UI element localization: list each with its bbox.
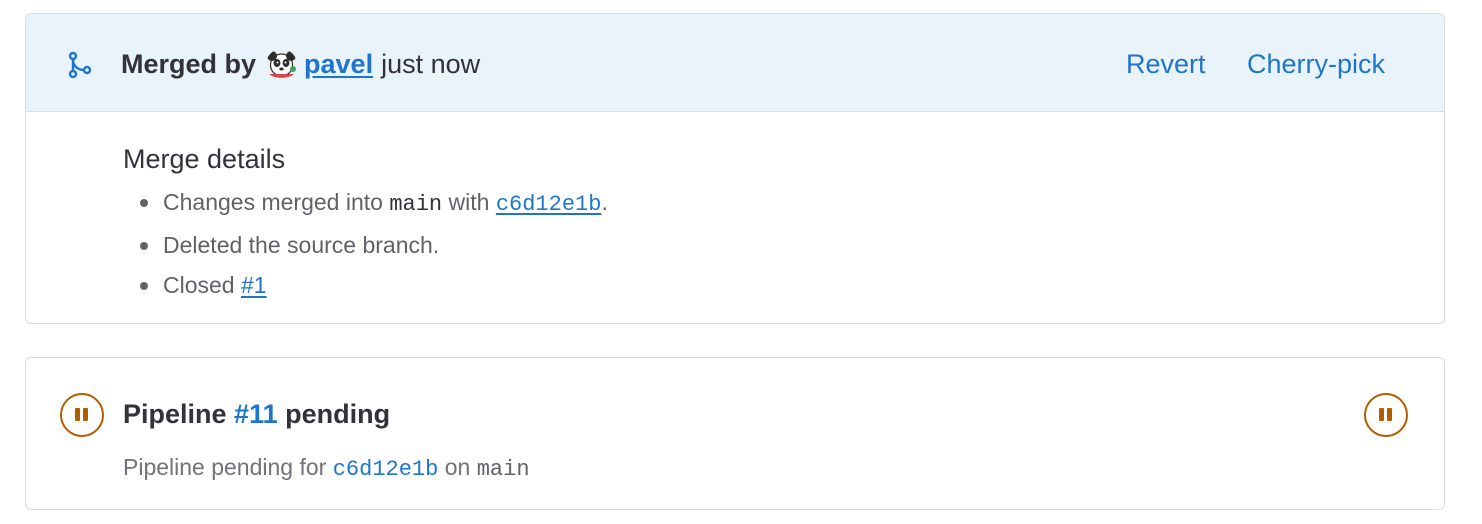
merge-details: Merge details Changes merged into main w… (123, 142, 608, 305)
pipeline-subtitle: Pipeline pending for c6d12e1b on main (123, 452, 530, 485)
pipeline-title-prefix: Pipeline (123, 399, 227, 429)
merged-time: just now (381, 49, 481, 79)
list-item: Deleted the source branch. (123, 225, 608, 265)
cherry-pick-button[interactable]: Cherry-pick (1247, 47, 1385, 81)
merged-by-user-link[interactable]: pavel (304, 47, 373, 81)
list-item: Closed #1 (123, 265, 608, 305)
bullet (140, 199, 148, 207)
deleted-branch-text: Deleted the source branch. (163, 232, 440, 258)
revert-button[interactable]: Revert (1126, 47, 1206, 81)
merged-widget: Merged by pavel just now Revert Cherry-p… (25, 13, 1445, 324)
closed-prefix: Closed (163, 272, 235, 298)
pipeline-status-text: pending (285, 399, 391, 429)
avatar[interactable] (266, 48, 298, 80)
closed-issue-link[interactable]: #1 (241, 272, 267, 298)
merged-title: Merged by pavel just now (121, 47, 480, 81)
merge-details-title: Merge details (123, 144, 286, 174)
target-branch: main (389, 192, 443, 217)
pipeline-commit-link[interactable]: c6d12e1b (333, 457, 439, 482)
merged-with-label: with (448, 189, 490, 215)
pipeline-widget: Pipeline #11 pending Pipeline pending fo… (25, 357, 1445, 510)
status-pending-icon[interactable] (60, 393, 104, 437)
list-item: Changes merged into main with c6d12e1b. (123, 182, 608, 225)
merge-details-list: Changes merged into main with c6d12e1b. … (123, 182, 608, 305)
pipeline-on-label: on (444, 454, 471, 480)
bullet (140, 242, 148, 250)
merge-commit-link[interactable]: c6d12e1b (496, 192, 602, 217)
pipeline-title: Pipeline #11 pending (123, 397, 390, 431)
merge-request-icon (68, 51, 92, 79)
merged-suffix: . (601, 189, 608, 215)
merged-into-prefix: Changes merged into (163, 189, 383, 215)
pipeline-branch: main (476, 457, 530, 482)
pipeline-link[interactable]: #11 (234, 399, 278, 429)
merged-header: Merged by pavel just now Revert Cherry-p… (26, 14, 1444, 112)
pipeline-pending-icon[interactable] (1364, 393, 1408, 437)
bullet (140, 282, 148, 290)
merged-by-label: Merged by (121, 49, 257, 79)
pipeline-sub-prefix: Pipeline pending for (123, 454, 327, 480)
